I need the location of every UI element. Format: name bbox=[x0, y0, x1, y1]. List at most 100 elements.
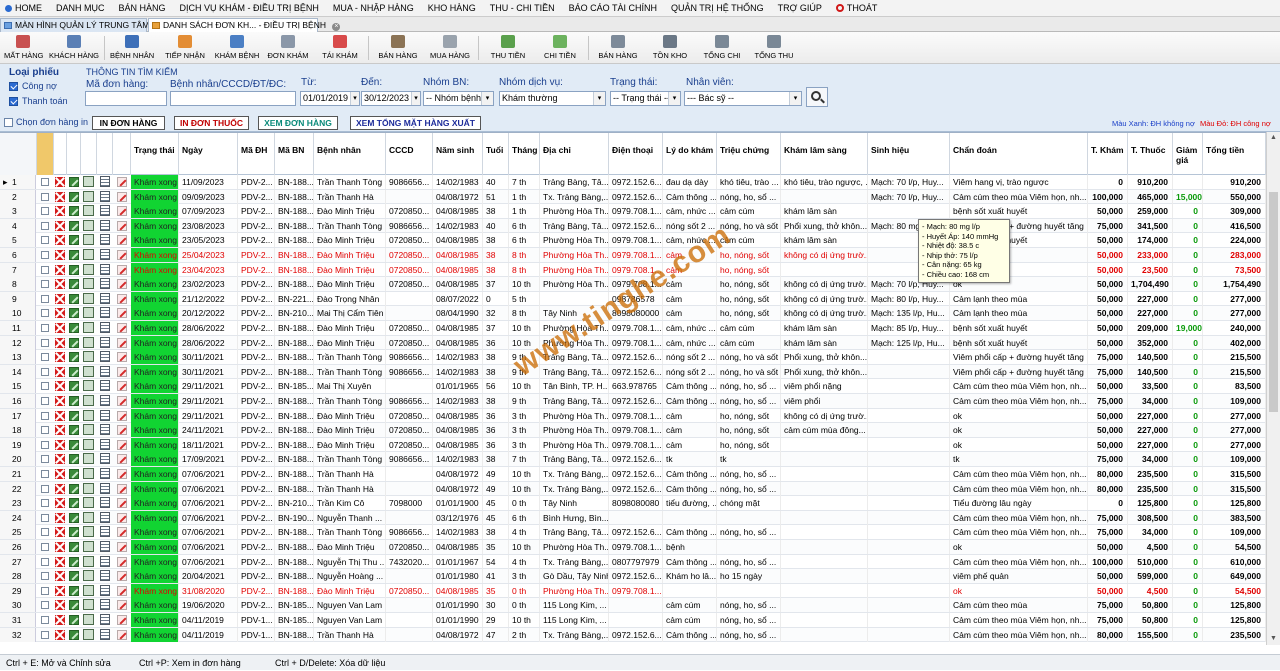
prescription-pen-icon[interactable] bbox=[117, 220, 127, 231]
row-select-checkbox[interactable] bbox=[41, 338, 49, 347]
scrollbar-thumb[interactable] bbox=[1269, 192, 1278, 412]
toolbar-tai-kham-button[interactable]: TÁI KHÁM bbox=[320, 34, 360, 60]
table-row[interactable]: 21 Khám xong 07/06/2021 PDV-2... BN-188... Tr… bbox=[0, 467, 1266, 482]
document-icon[interactable] bbox=[100, 628, 110, 640]
menu-thoat[interactable]: THOÁT bbox=[829, 3, 885, 13]
delete-icon[interactable] bbox=[55, 279, 65, 290]
row-header[interactable]: 17 bbox=[0, 408, 36, 423]
row-select-checkbox[interactable] bbox=[41, 353, 49, 362]
prescription-pen-icon[interactable] bbox=[117, 206, 127, 217]
document-icon[interactable] bbox=[100, 190, 110, 202]
prescription-pen-icon[interactable] bbox=[117, 527, 127, 538]
row-header[interactable]: 16 bbox=[0, 394, 36, 408]
edit-icon[interactable] bbox=[69, 323, 79, 333]
row-header[interactable]: 6 bbox=[0, 248, 36, 262]
toolbar-tiep-nhan-button[interactable]: TIẾP NHẬN bbox=[164, 34, 206, 60]
toolbar-bao-cao-ban-hang-button[interactable]: BÁN HÀNG bbox=[596, 34, 640, 60]
sheet-icon[interactable] bbox=[83, 278, 94, 290]
delete-icon[interactable] bbox=[55, 469, 65, 479]
menu-tro-giup[interactable]: TRỢ GIÚP bbox=[771, 3, 829, 13]
table-row[interactable]: 16 Khám xong 29/11/2021 PDV-2... BN-188... Tr… bbox=[0, 394, 1266, 409]
table-row[interactable]: 14 Khám xong 30/11/2021 PDV-2... BN-188... Tr… bbox=[0, 364, 1266, 380]
col-kham-lam-sang[interactable]: Khám lâm sàng bbox=[781, 133, 868, 175]
grid-header-check-column[interactable] bbox=[37, 133, 54, 175]
document-icon[interactable] bbox=[100, 176, 110, 187]
table-row[interactable]: 20 Khám xong 17/09/2021 PDV-2... BN-188... Tr… bbox=[0, 452, 1266, 467]
sheet-icon[interactable] bbox=[83, 205, 94, 217]
row-select-checkbox[interactable] bbox=[41, 367, 49, 376]
sheet-icon[interactable] bbox=[83, 628, 94, 640]
document-icon[interactable] bbox=[100, 351, 110, 363]
row-header[interactable]: 30 bbox=[0, 598, 36, 613]
sheet-icon[interactable] bbox=[83, 584, 94, 596]
row-select-checkbox[interactable] bbox=[41, 251, 49, 259]
prescription-pen-icon[interactable] bbox=[117, 352, 127, 363]
row-select-checkbox[interactable] bbox=[41, 192, 49, 201]
row-select-checkbox[interactable] bbox=[41, 397, 49, 405]
delete-icon[interactable] bbox=[55, 250, 65, 260]
edit-icon[interactable] bbox=[69, 629, 79, 640]
toolbar-kham-benh-button[interactable]: KHÁM BỆNH bbox=[214, 34, 260, 60]
edit-icon[interactable] bbox=[69, 615, 79, 625]
edit-icon[interactable] bbox=[69, 585, 79, 596]
row-header[interactable]: 28 bbox=[0, 569, 36, 584]
row-header[interactable]: 20 bbox=[0, 452, 36, 467]
toolbar-tong-thu-button[interactable]: TỔNG THU bbox=[752, 34, 796, 60]
sheet-icon[interactable] bbox=[83, 541, 94, 552]
row-header[interactable]: 12 bbox=[0, 335, 36, 350]
prescription-pen-icon[interactable] bbox=[117, 498, 127, 509]
table-row[interactable]: 5 Khám xong 23/05/2023 PDV-2... BN-188... Đào… bbox=[0, 233, 1266, 248]
document-icon[interactable] bbox=[100, 278, 110, 290]
prescription-pen-icon[interactable] bbox=[117, 571, 127, 582]
sheet-icon[interactable] bbox=[83, 380, 94, 392]
sheet-icon[interactable] bbox=[83, 190, 94, 202]
toolbar-ton-kho-button[interactable]: TỒN KHO bbox=[650, 34, 690, 60]
chon-don-hang-in-checkbox[interactable] bbox=[4, 118, 13, 127]
edit-icon[interactable] bbox=[69, 250, 79, 260]
prescription-pen-icon[interactable] bbox=[117, 556, 127, 567]
document-icon[interactable] bbox=[100, 599, 110, 611]
col-benh-nhan[interactable]: Bệnh nhân bbox=[314, 133, 386, 175]
menu-danh-muc[interactable]: DANH MỤC bbox=[49, 3, 112, 13]
edit-icon[interactable] bbox=[69, 366, 79, 377]
edit-icon[interactable] bbox=[69, 177, 79, 187]
table-row[interactable]: 27 Khám xong 07/06/2021 PDV-2... BN-188... Ng… bbox=[0, 554, 1266, 570]
sheet-icon[interactable] bbox=[83, 219, 94, 231]
delete-icon[interactable] bbox=[55, 527, 65, 538]
edit-icon[interactable] bbox=[69, 337, 79, 348]
prescription-pen-icon[interactable] bbox=[117, 279, 127, 290]
document-icon[interactable] bbox=[100, 584, 110, 596]
prescription-pen-icon[interactable] bbox=[117, 454, 127, 465]
grid-vertical-scrollbar[interactable]: ▲ ▼ bbox=[1266, 132, 1280, 645]
document-icon[interactable] bbox=[100, 322, 110, 333]
edit-icon[interactable] bbox=[69, 527, 79, 538]
document-icon[interactable] bbox=[100, 263, 110, 275]
row-header[interactable]: 22 bbox=[0, 481, 36, 496]
menu-dich-vu-kham[interactable]: DỊCH VỤ KHÁM - ĐIỀU TRỊ BỆNH bbox=[173, 3, 326, 13]
row-select-checkbox[interactable] bbox=[41, 455, 49, 464]
toolbar-ban-hang-button[interactable]: BÁN HÀNG bbox=[376, 34, 420, 60]
delete-icon[interactable] bbox=[55, 498, 65, 509]
edit-icon[interactable] bbox=[69, 439, 79, 450]
calendar-dropdown-icon[interactable]: ▾ bbox=[411, 92, 420, 105]
sheet-icon[interactable] bbox=[83, 614, 94, 625]
edit-icon[interactable] bbox=[69, 512, 79, 523]
delete-icon[interactable] bbox=[55, 556, 65, 567]
row-header[interactable]: 8 bbox=[0, 277, 36, 292]
delete-icon[interactable] bbox=[55, 600, 65, 611]
delete-icon[interactable] bbox=[55, 454, 65, 465]
edit-icon[interactable] bbox=[69, 293, 79, 304]
sheet-icon[interactable] bbox=[83, 365, 94, 377]
delete-icon[interactable] bbox=[55, 323, 65, 333]
prescription-pen-icon[interactable] bbox=[117, 191, 127, 202]
scroll-down-icon[interactable]: ▼ bbox=[1269, 634, 1278, 643]
prescription-pen-icon[interactable] bbox=[117, 396, 127, 406]
table-row[interactable]: 4 Khám xong 23/08/2023 PDV-2... BN-188... Trầ… bbox=[0, 218, 1266, 234]
row-header[interactable]: 1 ▸ bbox=[0, 175, 36, 189]
row-header[interactable]: 7 bbox=[0, 262, 36, 277]
delete-icon[interactable] bbox=[55, 337, 65, 348]
prescription-pen-icon[interactable] bbox=[117, 366, 127, 377]
scroll-up-icon[interactable]: ▲ bbox=[1269, 133, 1278, 142]
row-header[interactable]: 11 bbox=[0, 321, 36, 335]
prescription-pen-icon[interactable] bbox=[117, 585, 127, 596]
